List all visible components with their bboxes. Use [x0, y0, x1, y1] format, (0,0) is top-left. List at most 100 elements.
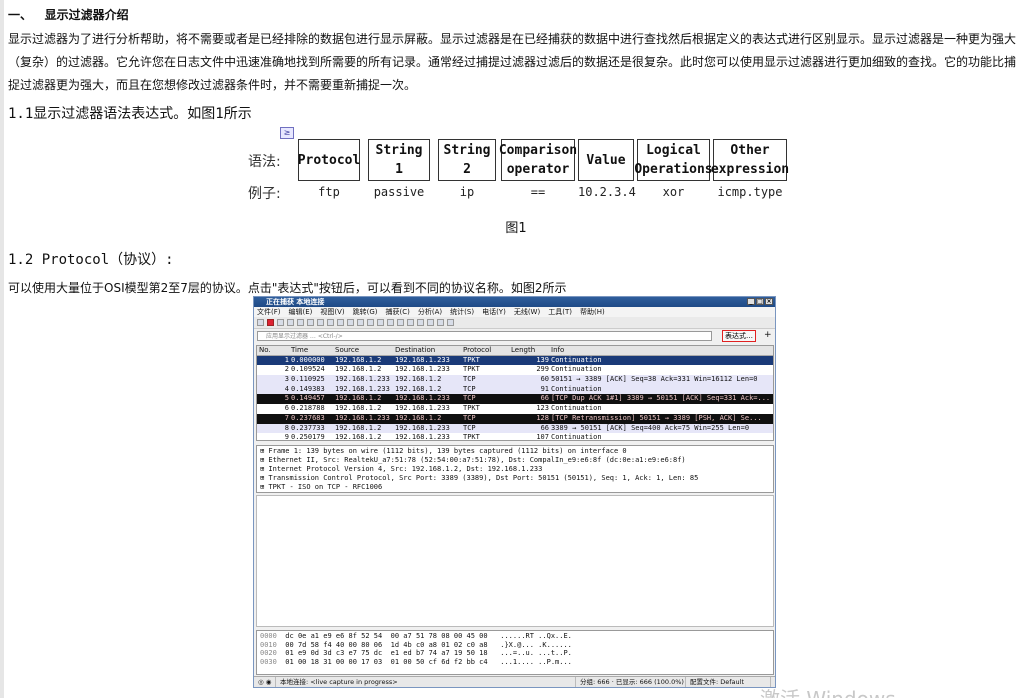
packet-cell-src: 192.168.1.2 — [335, 355, 382, 364]
menu-item[interactable]: 帮助(H) — [580, 307, 605, 317]
hex-row: 0000 dc 0e a1 e9 e6 8f 52 54 00 a7 51 78… — [260, 632, 770, 641]
close-file-icon[interactable] — [317, 319, 324, 326]
window-title: 正在捕获 本地连接 — [266, 298, 325, 306]
wireshark-window: 正在捕获 本地连接 _ □ × 文件(F) 编辑(E) 视图(V) 跳转(G) 捕获(C… — [253, 296, 776, 688]
detail-tree-item[interactable]: ⊞ TPKT - ISO on TCP - RFC1006 — [260, 483, 770, 492]
hex-ascii: ......RT ..Qx..E. — [500, 632, 572, 640]
resize-columns-icon[interactable] — [447, 319, 454, 326]
status-bar: ◎ ◉ 本地连接: <live capture in progress> 分组:… — [254, 676, 775, 687]
zoom-reset-icon[interactable] — [437, 319, 444, 326]
packet-cell-dst: 192.168.1.233 — [395, 394, 450, 403]
reload-icon[interactable] — [327, 319, 334, 326]
autoscroll-icon[interactable] — [397, 319, 404, 326]
packet-cell-info: [TCP Dup ACK 1#1] 3389 → 50151 [ACK] Seq… — [551, 394, 771, 403]
syntax-box-string2: String 2 — [438, 139, 496, 181]
packet-row[interactable]: 1 0.000000 192.168.1.2 192.168.1.233 TPKT 139… — [257, 355, 773, 366]
file-open-icon[interactable] — [297, 319, 304, 326]
packet-cell-no: 9 — [284, 433, 289, 441]
col-protocol[interactable]: Protocol — [463, 346, 511, 355]
packet-row[interactable]: 2 0.109524 192.168.1.2 192.168.1.233 TPKT 299… — [257, 365, 773, 376]
zoom-out-icon[interactable] — [427, 319, 434, 326]
colorize-icon[interactable] — [407, 319, 414, 326]
packet-row[interactable]: 4 0.149383 192.168.1.233 192.168.1.2 TCP 91 Co… — [257, 384, 773, 395]
hex-bytes: 01 e9 0d 3d c3 e7 75 dc e1 ed b7 74 a7 1… — [285, 649, 488, 657]
packet-row[interactable]: 9 0.250179 192.168.1.2 192.168.1.233 TPKT 107… — [257, 433, 773, 441]
intro-paragraph: 显示过滤器为了进行分析帮助，将不需要或者是已经排除的数据包进行显示屏蔽。显示过滤… — [8, 32, 1017, 92]
first-icon[interactable] — [377, 319, 384, 326]
col-info[interactable]: Info — [551, 346, 773, 355]
window-titlebar: 正在捕获 本地连接 _ □ × — [254, 297, 775, 307]
packet-cell-time: 0.149383 — [291, 384, 325, 393]
syntax-box-other: Other expression — [711, 139, 789, 181]
example-value: 10.2.3.4 — [578, 185, 636, 199]
col-time[interactable]: Time — [291, 346, 335, 355]
packet-cell-time: 0.218788 — [291, 404, 325, 413]
packet-row[interactable]: 6 0.218788 192.168.1.2 192.168.1.233 TPKT 123… — [257, 404, 773, 414]
goto-icon[interactable] — [367, 319, 374, 326]
menu-item[interactable]: 捕获(C) — [386, 307, 410, 317]
add-filter-button[interactable]: + — [764, 330, 772, 340]
save-icon[interactable] — [307, 319, 314, 326]
packet-cell-time: 0.237683 — [291, 413, 325, 422]
packet-cell-dst: 192.168.1.233 — [395, 423, 450, 432]
packet-row[interactable]: 8 0.237733 192.168.1.2 192.168.1.233 TCP 66 33… — [257, 423, 773, 434]
expert-info-icon[interactable]: ◎ ◉ — [254, 677, 276, 687]
hex-row: 0020 01 e9 0d 3d c3 e7 75 dc e1 ed b7 74… — [260, 649, 770, 658]
display-filter-input[interactable]: 应用显示过滤器 … <Ctrl-/> — [257, 331, 712, 341]
status-profile[interactable]: 配置文件: Default — [686, 677, 771, 687]
display-filter-bar: 应用显示过滤器 … <Ctrl-/> 表达式… + — [254, 329, 775, 343]
menu-item[interactable]: 统计(S) — [450, 307, 474, 317]
detail-tree-item[interactable]: ⊞ Transmission Control Protocol, Src Por… — [260, 474, 770, 483]
detail-tree-item[interactable]: ⊞ Internet Protocol Version 4, Src: 192.… — [260, 465, 770, 474]
col-destination[interactable]: Destination — [395, 346, 463, 355]
hex-row: 0010 00 7d 58 f4 40 00 80 06 1d 4b c0 a8… — [260, 641, 770, 650]
packet-cell-info: 3389 → 50151 [ACK] Seq=400 Ack=75 Win=25… — [551, 423, 750, 432]
expression-button[interactable]: 表达式… — [722, 330, 756, 342]
hex-ascii: ...=..u. ...t..P. — [500, 649, 572, 657]
menu-item[interactable]: 电话(Y) — [482, 307, 506, 317]
menu-item[interactable]: 无线(W) — [514, 307, 540, 317]
example-protocol: ftp — [318, 185, 340, 199]
packet-cell-proto: TCP — [463, 394, 476, 403]
menu-item[interactable]: 视图(V) — [320, 307, 344, 317]
close-icon[interactable]: × — [765, 298, 773, 305]
col-length[interactable]: Length — [511, 346, 551, 355]
packet-cell-time: 0.110925 — [291, 375, 325, 384]
options-icon[interactable] — [287, 319, 294, 326]
hex-offset: 0010 — [260, 640, 277, 649]
packet-row[interactable]: 5 0.149457 192.168.1.2 192.168.1.233 TCP 66 [T… — [257, 394, 773, 405]
stop-capture-icon[interactable] — [267, 319, 274, 326]
find-icon[interactable] — [337, 319, 344, 326]
col-source[interactable]: Source — [335, 346, 395, 355]
menu-item[interactable]: 编辑(E) — [289, 307, 313, 317]
packet-row[interactable]: 3 0.110925 192.168.1.233 192.168.1.2 TCP 60 50… — [257, 375, 773, 385]
hex-bytes: dc 0e a1 e9 e6 8f 52 54 00 a7 51 78 08 0… — [285, 632, 488, 640]
maximize-icon[interactable]: □ — [756, 298, 764, 305]
menu-item[interactable]: 工具(T) — [548, 307, 572, 317]
detail-tree-item[interactable]: ⊞ Frame 1: 139 bytes on wire (1112 bits)… — [260, 447, 770, 456]
packet-cell-info: [TCP Retransmission] 50151 → 3389 [PSH, … — [551, 413, 762, 422]
packet-cell-len: 60 — [540, 375, 549, 384]
packet-cell-dst: 192.168.1.233 — [395, 404, 450, 413]
packet-cell-info: Continuation — [551, 365, 602, 374]
forward-icon[interactable] — [357, 319, 364, 326]
last-icon[interactable] — [387, 319, 394, 326]
menu-item[interactable]: 分析(A) — [418, 307, 442, 317]
detail-tree-item[interactable]: ⊞ Ethernet II, Src: RealtekU_a7:51:78 (5… — [260, 456, 770, 465]
col-no[interactable]: No. — [257, 346, 291, 355]
packet-row[interactable]: 7 0.237683 192.168.1.233 192.168.1.2 TCP 128[… — [257, 413, 773, 424]
zoom-in-icon[interactable] — [417, 319, 424, 326]
open-icon[interactable] — [257, 319, 264, 326]
packet-cell-len: 139 — [536, 355, 549, 364]
menu-item[interactable]: 跳转(G) — [353, 307, 378, 317]
menu-item[interactable]: 文件(F) — [257, 307, 281, 317]
minimize-icon[interactable]: _ — [747, 298, 755, 305]
restart-icon[interactable] — [277, 319, 284, 326]
packet-cell-no: 4 — [284, 384, 289, 393]
menu-bar: 文件(F) 编辑(E) 视图(V) 跳转(G) 捕获(C) 分析(A) 统计(S) 电话(Y)… — [254, 307, 775, 317]
packet-cell-time: 0.250179 — [291, 433, 325, 441]
back-icon[interactable] — [347, 319, 354, 326]
example-string1: passive — [373, 185, 425, 199]
packet-cell-dst: 192.168.1.2 — [395, 384, 442, 393]
syntax-label: 语法: — [248, 154, 281, 170]
